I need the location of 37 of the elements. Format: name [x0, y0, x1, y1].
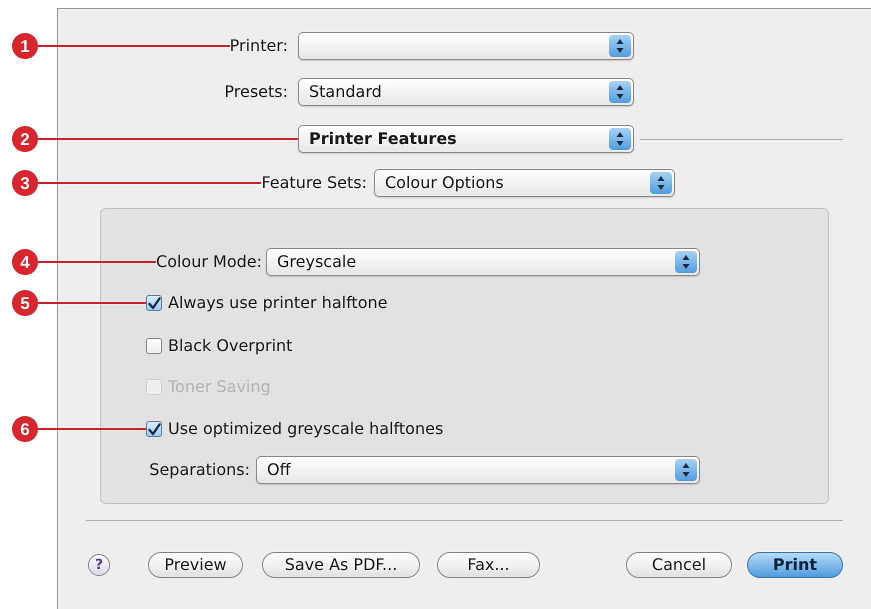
callout-number: 6: [12, 416, 38, 442]
dialog-button[interactable]: Cancel: [626, 552, 732, 578]
callout-number: 1: [12, 33, 38, 59]
checkbox-label: Always use printer halftone: [168, 292, 388, 314]
field-label: Colour Mode:: [156, 251, 262, 273]
checkmark-icon: [148, 422, 160, 436]
callout-number: 5: [12, 290, 38, 316]
popup-menu[interactable]: Printer Features: [298, 125, 634, 153]
up-down-arrows-icon: [675, 251, 697, 273]
dialog-button[interactable]: Save As PDF...: [262, 552, 420, 578]
callout-number: 2: [12, 126, 38, 152]
field-label: Feature Sets:: [261, 172, 367, 194]
checkbox[interactable]: [146, 295, 162, 311]
callout-number: 3: [12, 170, 38, 196]
checkbox-label: Black Overprint: [168, 335, 292, 357]
dialog-button[interactable]: Print: [747, 552, 843, 578]
up-down-arrows-icon: [609, 35, 631, 57]
field-label: Printer:: [230, 35, 288, 57]
field-label: Presets:: [224, 81, 288, 103]
help-button[interactable]: ?: [88, 554, 110, 576]
checkbox[interactable]: [146, 421, 162, 437]
popup-menu[interactable]: Standard: [298, 78, 634, 106]
up-down-arrows-icon: [609, 81, 631, 103]
up-down-arrows-icon: [609, 128, 631, 150]
up-down-arrows-icon: [650, 172, 672, 194]
callout-number: 4: [12, 249, 38, 275]
checkbox-label: Use optimized greyscale halftones: [168, 418, 444, 440]
up-down-arrows-icon: [675, 459, 697, 481]
checkmark-icon: [148, 296, 160, 310]
popup-menu[interactable]: Colour Options: [374, 169, 675, 197]
popup-menu[interactable]: Off: [256, 456, 700, 484]
dialog-button[interactable]: Preview: [148, 552, 243, 578]
popup-menu[interactable]: [298, 32, 634, 60]
dialog-button[interactable]: Fax...: [437, 552, 540, 578]
checkbox[interactable]: [146, 338, 162, 354]
field-label: Separations:: [149, 459, 250, 481]
popup-menu[interactable]: Greyscale: [266, 248, 700, 276]
